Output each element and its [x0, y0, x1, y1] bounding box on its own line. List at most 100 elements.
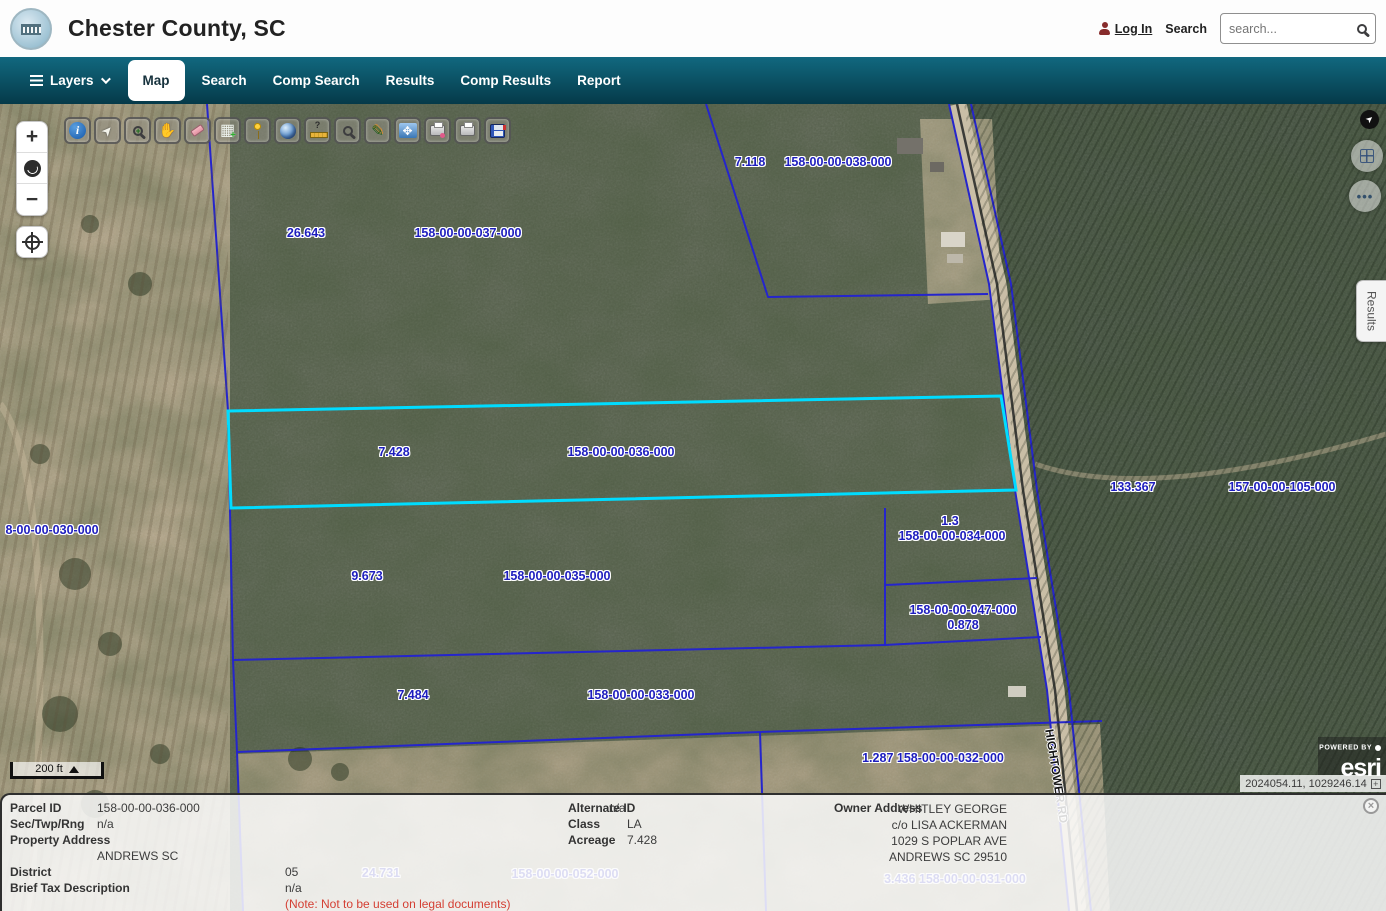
scale-bar: 200 ft — [10, 762, 104, 779]
parcel-id-value: 158-00-00-036-000 — [97, 801, 200, 815]
parcel-label: 7.484 — [397, 688, 428, 702]
parcel-label: 158-00-00-047-000 — [909, 603, 1016, 617]
scale-arrow-icon — [69, 766, 79, 773]
layers-icon — [30, 75, 43, 86]
close-panel-icon[interactable]: × — [1363, 798, 1379, 814]
powered-by-text: POWERED BY — [1319, 744, 1372, 751]
nav-tabs: MapSearchComp SearchResultsComp ResultsR… — [124, 57, 634, 104]
zoom-out-button[interactable]: − — [17, 184, 47, 215]
acreage-value: 7.428 — [627, 833, 657, 847]
parcel-label: 158-00-00-037-000 — [414, 226, 521, 240]
coordinates-expand-icon[interactable]: + — [1371, 779, 1381, 789]
user-icon — [1099, 22, 1110, 35]
grid-plus-icon: ▦+ — [216, 119, 239, 142]
pushpin-icon — [246, 119, 269, 142]
arrow-icon: ➤ — [1363, 113, 1376, 126]
more-options-button[interactable]: ••• — [1349, 180, 1381, 212]
layers-menu-button[interactable]: Layers — [30, 73, 108, 88]
header-right: Log In Search — [1099, 13, 1386, 44]
district-value: 05 — [285, 865, 298, 879]
map-viewport[interactable]: 26.643158-00-00-037-0007.118158-00-00-03… — [0, 104, 1386, 911]
full-extent-button[interactable]: ✥ — [394, 117, 421, 144]
home-extent-button[interactable] — [17, 153, 47, 184]
select-by-shape-button[interactable]: ▦+ — [214, 117, 241, 144]
parcel-label: 1.3 — [941, 514, 958, 528]
nav-bar: Layers MapSearchComp SearchResultsComp R… — [0, 57, 1386, 104]
esri-globe-dot-icon — [1375, 745, 1381, 751]
app: Chester County, SC Log In Search Layers … — [0, 0, 1386, 911]
cursor-star-icon: ➤ — [96, 119, 119, 142]
printer-icon — [456, 119, 479, 142]
zoom-in-box-button[interactable]: + — [124, 117, 151, 144]
drop-pushpin-button[interactable] — [244, 117, 271, 144]
header-search-box — [1220, 13, 1376, 44]
parcel-labels-layer: 26.643158-00-00-037-0007.118158-00-00-03… — [0, 104, 1386, 911]
parcel-label: 158-00-00-033-000 — [587, 688, 694, 702]
magnifier-plus-icon: + — [126, 119, 149, 142]
eraser-icon — [186, 119, 209, 142]
tab-search[interactable]: Search — [189, 57, 260, 104]
results-side-tab[interactable]: Results — [1356, 280, 1386, 342]
parcel-label: 9.673 — [351, 569, 382, 583]
basemap-button[interactable] — [1351, 140, 1383, 172]
owner-line: c/o LISA ACKERMAN — [782, 817, 1007, 833]
parcel-label: 158-00-00-034-000 — [898, 529, 1005, 543]
results-tab-label: Results — [1365, 291, 1379, 331]
courthouse-icon — [21, 24, 41, 35]
owner-line: 1029 S POPLAR AVE — [782, 833, 1007, 849]
sec-twp-rng-value: n/a — [97, 817, 114, 831]
erase-markup-button[interactable] — [184, 117, 211, 144]
globe-icon — [276, 119, 299, 142]
coordinates-readout: 2024054.11, 1029246.14 + — [1240, 775, 1386, 792]
parcel-label: 158-00-00-036-000 — [567, 445, 674, 459]
tab-comp-search[interactable]: Comp Search — [260, 57, 373, 104]
save-map-button[interactable] — [484, 117, 511, 144]
owner-address-value: WHITLEY GEORGE c/o LISA ACKERMAN 1029 S … — [782, 801, 1007, 865]
tab-map[interactable]: Map — [128, 60, 185, 101]
search-parcel-button[interactable] — [334, 117, 361, 144]
county-seal-logo — [10, 8, 52, 50]
map-toolbar: i ➤ + ✋ ▦+? ✎✥ — [64, 117, 511, 144]
draw-markup-button[interactable]: ✎ — [364, 117, 391, 144]
scale-text: 200 ft — [35, 763, 63, 775]
parcel-label: 1.287 158-00-00-032-000 — [862, 751, 1004, 765]
pan-button[interactable]: ✋ — [154, 117, 181, 144]
header: Chester County, SC Log In Search — [0, 0, 1386, 57]
brief-tax-value: n/a — [285, 881, 302, 895]
floppy-icon — [486, 119, 509, 142]
alternate-id-value: n/a — [609, 801, 626, 815]
parcel-label: 158-00-00-035-000 — [503, 569, 610, 583]
zoom-controls: + − — [16, 121, 48, 216]
measure-button[interactable]: ? — [304, 117, 331, 144]
hand-icon: ✋ — [156, 119, 179, 142]
parcel-label: 7.118 — [735, 155, 766, 169]
tab-results[interactable]: Results — [373, 57, 448, 104]
info-icon: i — [66, 119, 89, 142]
identify-button[interactable]: i — [64, 117, 91, 144]
class-label: Class — [568, 817, 600, 831]
tab-comp-results[interactable]: Comp Results — [447, 57, 564, 104]
select-features-button[interactable]: ➤ — [94, 117, 121, 144]
header-search-link[interactable]: Search — [1165, 22, 1207, 36]
print-button[interactable] — [454, 117, 481, 144]
zoom-in-button[interactable]: + — [17, 122, 47, 153]
property-address-label: Property Address — [10, 833, 110, 847]
magnifier-icon — [336, 119, 359, 142]
locate-button[interactable] — [16, 226, 48, 258]
parcel-label: 0.878 — [947, 618, 978, 632]
district-label: District — [10, 865, 51, 879]
print-setup-button[interactable] — [424, 117, 451, 144]
sec-twp-rng-label: Sec/Twp/Rng — [10, 817, 84, 831]
crosshair-icon — [25, 235, 40, 250]
google-earth-button[interactable] — [274, 117, 301, 144]
legal-note: (Note: Not to be used on legal documents… — [285, 897, 510, 911]
search-icon[interactable] — [1357, 24, 1367, 34]
search-input[interactable] — [1229, 22, 1347, 36]
login-link[interactable]: Log In — [1115, 22, 1153, 36]
expand-panel-button[interactable]: ➤ — [1360, 110, 1379, 129]
layers-label: Layers — [50, 73, 94, 88]
ellipsis-icon: ••• — [1357, 189, 1374, 204]
parcel-label: 133.367 — [1110, 480, 1155, 494]
parcel-info-panel: Parcel ID 158-00-00-036-000 Sec/Twp/Rng … — [0, 793, 1386, 911]
tab-report[interactable]: Report — [564, 57, 634, 104]
